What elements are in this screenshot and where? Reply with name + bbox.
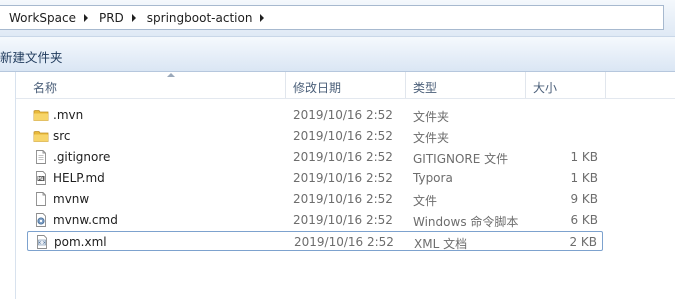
column-header-row: 名称 修改日期 类型 大小 bbox=[16, 72, 675, 99]
column-header-modified[interactable]: 修改日期 bbox=[293, 79, 341, 96]
breadcrumb-prd[interactable]: PRD bbox=[90, 6, 138, 29]
column-divider[interactable] bbox=[285, 72, 286, 98]
file-size: 9 KB bbox=[570, 192, 598, 206]
file-modified: 2019/10/16 2:52 bbox=[293, 129, 393, 143]
file-modified: 2019/10/16 2:52 bbox=[293, 192, 393, 206]
file-row[interactable]: mvnw.cmd 2019/10/16 2:52 Windows 命令脚本 6 … bbox=[27, 210, 603, 230]
file-type: Typora bbox=[413, 171, 453, 185]
column-header-type[interactable]: 类型 bbox=[413, 79, 437, 96]
file-modified: 2019/10/16 2:52 bbox=[294, 235, 394, 249]
file-modified: 2019/10/16 2:52 bbox=[293, 108, 393, 122]
breadcrumb-label: WorkSpace bbox=[9, 10, 76, 25]
navigation-pane-divider[interactable] bbox=[15, 72, 16, 299]
file-size: 2 KB bbox=[569, 235, 597, 249]
breadcrumb-label: PRD bbox=[98, 10, 124, 25]
column-header-name[interactable]: 名称 bbox=[33, 79, 57, 96]
markdown-file-icon bbox=[36, 171, 46, 185]
file-size: 1 KB bbox=[570, 150, 598, 164]
address-bar-area: WorkSpace PRD springboot-action bbox=[0, 0, 675, 36]
file-name: .gitignore bbox=[53, 150, 111, 164]
breadcrumb-springboot-action[interactable]: springboot-action bbox=[138, 6, 267, 29]
file-row[interactable]: .mvn 2019/10/16 2:52 文件夹 bbox=[27, 105, 603, 125]
file-row[interactable]: src 2019/10/16 2:52 文件夹 bbox=[27, 126, 603, 146]
breadcrumb-workspace[interactable]: WorkSpace bbox=[0, 6, 90, 29]
chevron-right-icon[interactable] bbox=[260, 13, 265, 22]
address-bar[interactable]: WorkSpace PRD springboot-action bbox=[0, 5, 664, 30]
file-row[interactable]: .gitignore 2019/10/16 2:52 GITIGNORE 文件 … bbox=[27, 147, 603, 167]
blank-file-icon bbox=[36, 192, 46, 206]
file-type: Windows 命令脚本 bbox=[413, 215, 519, 229]
xml-file-icon bbox=[37, 235, 47, 249]
column-divider[interactable] bbox=[605, 72, 606, 98]
file-list: 名称 修改日期 类型 大小 .mvn 2019/10/16 2:52 文件夹 s… bbox=[0, 72, 675, 299]
file-size: 6 KB bbox=[570, 213, 598, 227]
chevron-right-icon[interactable] bbox=[83, 13, 88, 22]
file-type: 文件夹 bbox=[413, 131, 450, 145]
file-name: HELP.md bbox=[53, 171, 105, 185]
file-modified: 2019/10/16 2:52 bbox=[293, 171, 393, 185]
folder-icon bbox=[33, 131, 49, 142]
file-row[interactable]: HELP.md 2019/10/16 2:52 Typora 1 KB bbox=[27, 168, 603, 188]
file-name: mvnw.cmd bbox=[53, 213, 118, 227]
file-row[interactable]: mvnw 2019/10/16 2:52 文件 9 KB bbox=[27, 189, 603, 209]
file-size: 1 KB bbox=[570, 171, 598, 185]
file-icon bbox=[36, 150, 46, 164]
file-name: mvnw bbox=[53, 192, 90, 206]
sort-ascending-icon bbox=[167, 73, 175, 77]
file-type: 文件夹 bbox=[413, 110, 450, 124]
file-name: src bbox=[53, 129, 71, 143]
file-type: XML 文档 bbox=[414, 237, 468, 251]
file-name: pom.xml bbox=[54, 235, 107, 249]
file-type: 文件 bbox=[413, 194, 438, 208]
folder-icon bbox=[33, 110, 49, 121]
file-name: .mvn bbox=[53, 108, 84, 122]
cmd-script-icon bbox=[36, 213, 46, 227]
column-divider[interactable] bbox=[525, 72, 526, 98]
column-divider[interactable] bbox=[405, 72, 406, 98]
chevron-right-icon[interactable] bbox=[131, 13, 136, 22]
file-modified: 2019/10/16 2:52 bbox=[293, 150, 393, 164]
file-modified: 2019/10/16 2:52 bbox=[293, 213, 393, 227]
new-folder-button[interactable]: 新建文件夹 bbox=[0, 47, 63, 66]
file-type: GITIGNORE 文件 bbox=[413, 152, 509, 166]
command-toolbar: 新建文件夹 bbox=[0, 36, 675, 72]
column-header-size[interactable]: 大小 bbox=[533, 79, 557, 96]
file-row[interactable]: pom.xml 2019/10/16 2:52 XML 文档 2 KB bbox=[27, 231, 603, 251]
breadcrumb-label: springboot-action bbox=[146, 10, 253, 25]
